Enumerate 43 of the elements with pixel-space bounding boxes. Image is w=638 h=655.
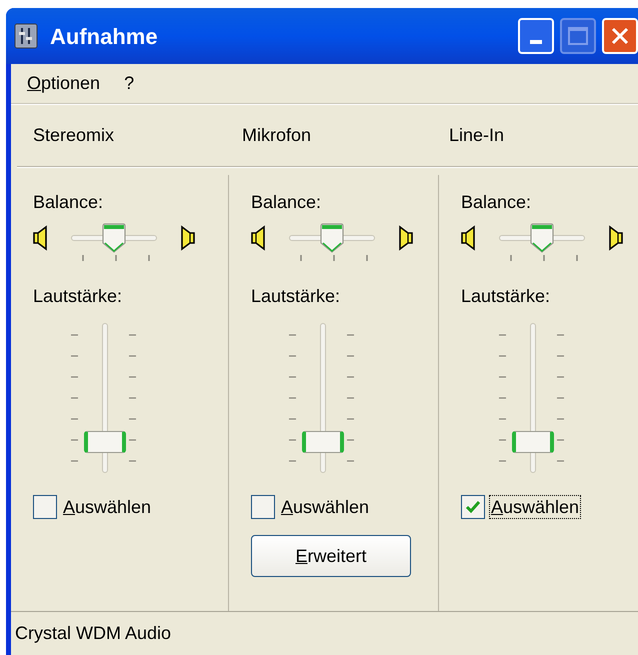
balance-label: Balance: [461, 191, 532, 213]
balance-label: Balance: [251, 191, 322, 213]
maximize-button[interactable] [560, 18, 596, 54]
minimize-button[interactable] [518, 18, 554, 54]
volume-slider[interactable] [512, 323, 554, 473]
check-icon [465, 500, 481, 514]
speaker-icon [251, 225, 267, 251]
volume-label: Lautstärke: [33, 285, 124, 307]
tick-marks [81, 255, 151, 263]
checkbox-label[interactable]: Auswählen [61, 495, 154, 519]
tick-marks [509, 255, 579, 263]
volume-slider[interactable] [302, 323, 344, 473]
minimize-icon [530, 40, 542, 44]
channel-name: Line-In [448, 124, 506, 147]
slider-thumb[interactable] [302, 431, 344, 454]
status-bar: Crystal WDM Audio [11, 611, 638, 655]
speaker-icon [461, 225, 477, 251]
checkbox-label[interactable]: Auswählen [279, 495, 372, 519]
checkbox[interactable] [461, 495, 485, 519]
menu-item[interactable]: ? [124, 70, 134, 97]
balance-label: Balance: [33, 191, 104, 213]
close-button[interactable] [602, 18, 638, 54]
channel-name: Mikrofon [240, 124, 312, 147]
slider-thumb[interactable] [512, 431, 554, 454]
maximize-icon [568, 27, 588, 45]
speaker-icon [397, 225, 413, 251]
speaker-icon [607, 225, 623, 251]
slider-thumb[interactable] [84, 431, 126, 454]
window-title: Aufnahme [50, 22, 159, 50]
volume-label: Lautstärke: [461, 285, 552, 307]
app-icon [14, 23, 38, 49]
volume-slider[interactable] [84, 323, 126, 473]
channel-name: Stereomix [32, 124, 116, 147]
speaker-icon [179, 225, 195, 251]
close-icon [611, 27, 629, 45]
advanced-button[interactable]: Erweitert [251, 535, 411, 577]
checkbox[interactable] [33, 495, 57, 519]
tick-marks [299, 255, 369, 263]
volume-label: Lautstärke: [251, 285, 342, 307]
checkbox[interactable] [251, 495, 275, 519]
menu-item[interactable]: Optionen [27, 70, 100, 97]
checkbox-label[interactable]: Auswählen [489, 495, 582, 519]
speaker-icon [33, 225, 49, 251]
